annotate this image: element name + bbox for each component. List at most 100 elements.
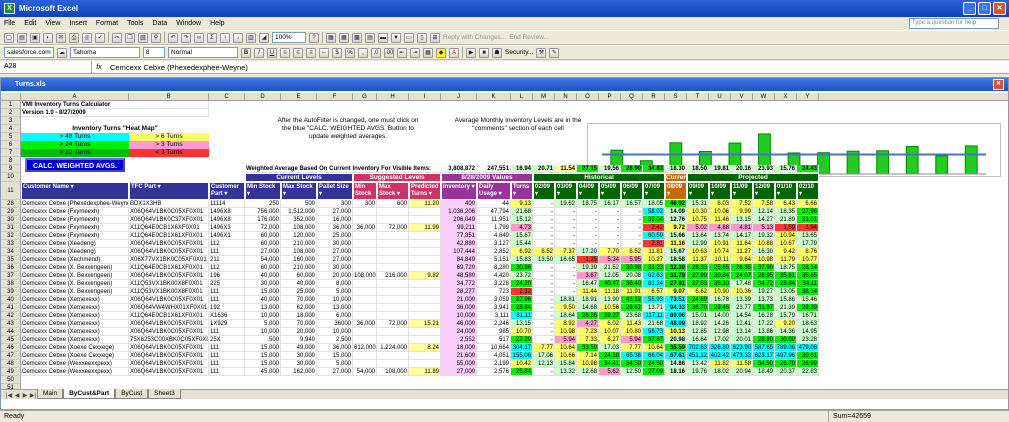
paste-icon[interactable]: ▧ [138,32,148,43]
cell[interactable]: 2,246 [477,320,511,328]
cell[interactable]: - [621,208,643,216]
cell[interactable]: 73.51 [665,296,687,304]
cell[interactable]: 60.59 [643,232,665,240]
cell[interactable]: 4,420 [477,272,511,280]
cell[interactable]: 55,000 [441,360,477,368]
borders-icon[interactable]: ▦ [423,47,433,58]
cell[interactable]: 111 [209,344,245,352]
cell[interactable] [353,336,377,344]
cell[interactable]: 49,000 [281,344,317,352]
cell[interactable]: 196 [209,272,245,280]
cell[interactable]: 13,000 [245,304,281,312]
column-header-G[interactable]: G [353,93,377,101]
cell[interactable]: 26.95 [753,272,775,280]
cell[interactable]: 13.64 [687,232,709,240]
cell[interactable]: 112 [209,264,245,272]
cell[interactable]: 111 [209,288,245,296]
column-title-16[interactable]: 06/09 ▾ [621,182,643,200]
cell[interactable]: 1.94 [797,224,819,232]
cell[interactable] [377,240,409,248]
cell[interactable]: 11.79 [775,256,797,264]
cell[interactable]: 14.17 [731,232,753,240]
percent-icon[interactable]: % [345,47,355,58]
cell[interactable]: 500 [245,336,281,344]
cell[interactable]: - [533,216,555,224]
cell[interactable]: - [533,240,555,248]
column-header-F[interactable]: F [317,93,353,101]
security-icon[interactable]: ☗ [492,47,502,58]
name-box[interactable]: A28 [0,61,92,73]
cell[interactable]: 497.96 [775,352,797,360]
cell[interactable]: - [555,264,577,272]
cell[interactable]: 723 [477,288,511,296]
cell[interactable]: 11.99 [409,224,441,232]
cell[interactable]: 210,000 [281,264,317,272]
cell[interactable]: 10,000 [245,312,281,320]
cell[interactable]: 66.04 [643,352,665,360]
cell[interactable]: 29.62 [621,304,643,312]
cell[interactable] [409,352,441,360]
new-icon[interactable]: ▢ [4,32,14,43]
cell[interactable]: 28.94 [511,304,533,312]
cell[interactable]: 60,000 [245,240,281,248]
cell[interactable]: 5.13 [753,224,775,232]
cell[interactable]: 1496X3 [209,224,245,232]
customer-name-cell[interactable]: Cemcexx Cebxe (X. Bexxengeen) [21,272,129,280]
column-header-M[interactable]: M [533,93,555,101]
cell[interactable]: 18.75 [577,200,599,208]
cell[interactable]: 7.33 [577,336,599,344]
decrease-indent-icon[interactable]: ⇤ [397,47,407,58]
cell[interactable]: 5,151 [477,256,511,264]
cell[interactable]: 10.64 [555,344,577,352]
cell[interactable]: 9.82 [409,272,441,280]
cell[interactable]: 35.61 [775,272,797,280]
column-title-9[interactable]: Inventory ▾ [441,182,477,200]
end-review-button[interactable]: End Review... [509,34,549,41]
cell[interactable]: 38.14 [797,288,819,296]
fill-color-icon[interactable]: ◆ [436,47,446,58]
cell[interactable]: 18.35 [775,208,797,216]
cell[interactable]: 40.47 [599,280,621,288]
cell[interactable]: 18.05 [643,200,665,208]
cell[interactable]: 55.93 [643,296,665,304]
cell[interactable] [409,240,441,248]
cell[interactable]: 225 [209,280,245,288]
cell[interactable]: 40,000 [245,272,281,280]
open-icon[interactable]: ▤ [17,32,27,43]
cell[interactable]: 29.46 [709,304,731,312]
cell[interactable]: 3,059 [477,296,511,304]
cell[interactable]: X06Q64V1BK0C05XF0X01 [129,352,209,360]
cell[interactable] [409,288,441,296]
column-title-7[interactable]: Max Stock ▾ [377,182,409,200]
prev-sheet-icon[interactable]: ◀ [13,392,21,399]
cell[interactable]: 28.80 [753,336,775,344]
row-header-46[interactable]: 46 [1,344,21,352]
cell[interactable]: 5.94 [621,336,643,344]
cell[interactable]: 35.10 [709,280,731,288]
cell[interactable]: 12.13 [533,360,555,368]
cell[interactable]: 400 [441,200,477,208]
cell[interactable] [377,232,409,240]
cell[interactable]: 6,000 [317,312,353,320]
cell[interactable]: 28.33 [687,264,709,272]
cell[interactable]: 6.27 [599,336,621,344]
cell[interactable] [409,232,441,240]
print-preview-icon[interactable]: ◎ [82,32,92,43]
cell[interactable]: 20.98 [665,336,687,344]
cell[interactable]: 60,000 [245,232,281,240]
cell[interactable]: 11.27 [731,248,753,256]
customer-name-cell[interactable]: Cemcexx Cebxe (Xeedeng) [21,248,129,256]
cell[interactable]: 6.43 [775,200,797,208]
customer-name-cell[interactable]: Cemcexx Cebxe (Xeedeng) [21,240,129,248]
cell[interactable]: 29.39 [797,304,819,312]
cell[interactable]: 13.15 [511,320,533,328]
cell[interactable] [353,232,377,240]
cell[interactable]: 107,444 [441,248,477,256]
salesforce-icon[interactable]: ☁ [57,47,67,58]
cell[interactable]: 10.67 [775,240,797,248]
cell[interactable]: 81.24 [643,280,665,288]
cell[interactable]: 1,512,000 [281,208,317,216]
cell[interactable]: X06Q64V1BK0C05XF0X01 [129,368,209,376]
cell[interactable] [377,312,409,320]
style-select[interactable]: Normal [168,47,238,58]
